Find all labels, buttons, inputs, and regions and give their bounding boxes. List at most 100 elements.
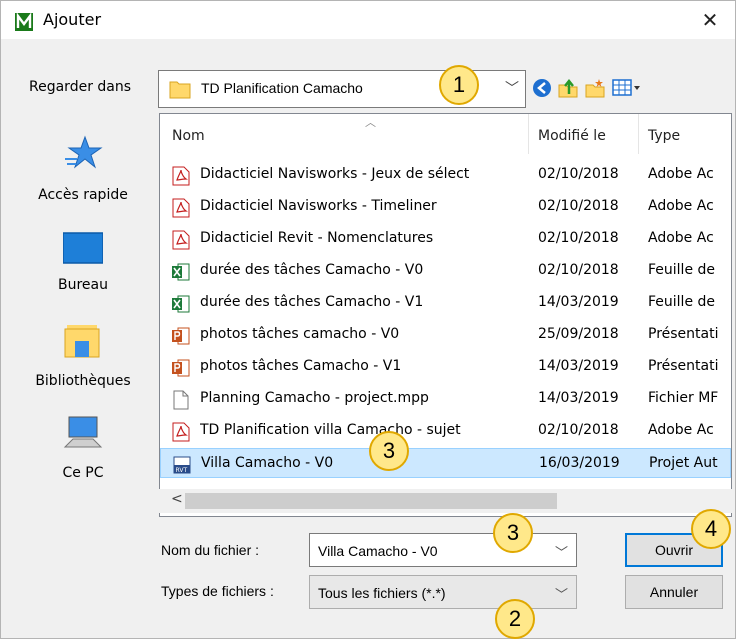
excel-file-icon <box>172 294 190 314</box>
up-folder-icon[interactable] <box>557 77 579 99</box>
file-date: 16/03/2019 <box>539 455 620 471</box>
file-type: Adobe Ac <box>648 230 714 246</box>
computer-icon <box>63 416 103 448</box>
place-label: Ce PC <box>62 465 104 481</box>
file-date: 02/10/2018 <box>538 198 619 214</box>
file-name: Planning Camacho - project.mpp <box>200 390 429 406</box>
file-name: TD Planification villa Camacho - sujet <box>200 422 461 438</box>
file-name: Villa Camacho - V0 <box>201 455 334 471</box>
scroll-left-icon[interactable]: < <box>171 491 183 507</box>
file-row[interactable]: Didacticiel Navisworks - Jeux de sélect 0… <box>160 160 731 190</box>
callout-marker: 4 <box>691 509 731 549</box>
file-name: durée des tâches Camacho - V0 <box>200 262 424 278</box>
file-list[interactable]: ︿ Nom Modifié le Type Didacticiel Navisw… <box>159 113 732 517</box>
look-in-value: TD Planification Camacho <box>201 80 363 96</box>
sort-ascending-icon: ︿ <box>365 116 376 129</box>
chevron-down-icon[interactable]: ﹀ <box>555 584 568 603</box>
window-title: Ajouter <box>43 10 102 29</box>
desktop-icon <box>63 232 103 264</box>
column-header-type[interactable]: Type <box>648 128 680 144</box>
file-name: Didacticiel Navisworks - Timeliner <box>200 198 437 214</box>
file-type: Présentati <box>648 358 719 374</box>
file-name-value: Villa Camacho - V0 <box>318 543 438 559</box>
file-name: durée des tâches Camacho - V1 <box>200 294 424 310</box>
file-type: Adobe Ac <box>648 422 714 438</box>
file-date: 02/10/2018 <box>538 422 619 438</box>
callout-marker: 1 <box>439 65 479 105</box>
file-row[interactable]: Didacticiel Navisworks - Timeliner 02/10/… <box>160 192 731 222</box>
ppt-file-icon <box>172 358 190 378</box>
file-type-value: Tous les fichiers (*.*) <box>318 585 446 601</box>
file-date: 14/03/2019 <box>538 358 619 374</box>
file-type: Projet Aut <box>649 455 718 471</box>
file-type: Présentati <box>648 326 719 342</box>
chevron-down-icon[interactable]: ﹀ <box>555 542 568 561</box>
pdf-file-icon <box>172 230 190 250</box>
callout-marker: 3 <box>493 513 533 553</box>
file-type-label: Types de fichiers : <box>161 583 274 599</box>
file-date: 02/10/2018 <box>538 262 619 278</box>
file-type: Feuille de <box>648 294 716 310</box>
blank-file-icon <box>172 390 190 410</box>
new-folder-icon[interactable] <box>584 77 606 99</box>
file-name: photos tâches Camacho - V1 <box>200 358 402 374</box>
place-this-pc[interactable]: Ce PC <box>13 413 153 505</box>
place-quick-access[interactable]: Accès rapide <box>13 133 153 225</box>
file-type-combo[interactable]: Tous les fichiers (*.*) ﹀ <box>309 575 577 609</box>
place-label: Bibliothèques <box>35 373 131 389</box>
file-type: Adobe Ac <box>648 198 714 214</box>
callout-marker: 3 <box>369 431 409 471</box>
file-row[interactable]: RVT Villa Camacho - V0 16/03/2019 Projet Au… <box>160 448 731 478</box>
file-type: Fichier MF <box>648 390 719 406</box>
folder-icon <box>169 81 191 99</box>
column-separator[interactable] <box>638 114 639 154</box>
file-row[interactable]: photos tâches camacho - V0 25/09/2018 Prés… <box>160 320 731 350</box>
places-bar: Accès rapide Bureau Bibliothèques Ce PC <box>13 113 153 543</box>
file-date: 02/10/2018 <box>538 166 619 182</box>
close-button[interactable]: ✕ <box>695 7 725 33</box>
column-header-name[interactable]: Nom <box>172 128 205 144</box>
column-separator[interactable] <box>528 114 529 154</box>
rvt-file-icon: RVT <box>173 455 191 475</box>
excel-file-icon <box>172 262 190 282</box>
file-date: 14/03/2019 <box>538 390 619 406</box>
chevron-down-icon: ﹀ <box>505 81 519 97</box>
place-label: Bureau <box>58 277 108 293</box>
title-bar: Ajouter ✕ <box>1 1 735 39</box>
file-date: 25/09/2018 <box>538 326 619 342</box>
column-header-modified[interactable]: Modifié le <box>538 128 606 144</box>
file-row[interactable]: durée des tâches Camacho - V1 14/03/2019 F… <box>160 288 731 318</box>
file-type: Adobe Ac <box>648 166 714 182</box>
horizontal-scrollbar[interactable]: < <box>159 489 732 513</box>
file-row[interactable]: TD Planification villa Camacho - sujet 02… <box>160 416 731 446</box>
view-menu-icon[interactable] <box>612 77 642 99</box>
callout-marker: 2 <box>495 599 535 639</box>
star-icon <box>65 135 103 169</box>
file-row[interactable]: photos tâches Camacho - V1 14/03/2019 Prés… <box>160 352 731 382</box>
place-desktop[interactable]: Bureau <box>13 229 153 321</box>
scrollbar-thumb[interactable] <box>185 493 557 509</box>
navisworks-app-icon <box>15 13 33 31</box>
place-libraries[interactable]: Bibliothèques <box>13 321 153 413</box>
file-name: Didacticiel Revit - Nomenclatures <box>200 230 434 246</box>
pdf-file-icon <box>172 166 190 186</box>
file-row[interactable]: durée des tâches Camacho - V0 02/10/2018 F… <box>160 256 731 286</box>
add-dialog: Ajouter ✕ Regarder dans TD Planification… <box>0 0 736 639</box>
place-label: Accès rapide <box>38 187 128 203</box>
look-in-label: Regarder dans <box>29 79 132 95</box>
svg-text:RVT: RVT <box>176 467 188 474</box>
file-row[interactable]: Didacticiel Revit - Nomenclatures 02/10/2… <box>160 224 731 254</box>
cancel-button[interactable]: Annuler <box>625 575 723 609</box>
library-icon <box>64 325 100 358</box>
pdf-file-icon <box>172 422 190 442</box>
back-icon[interactable] <box>531 77 553 99</box>
pdf-file-icon <box>172 198 190 218</box>
file-name: Didacticiel Navisworks - Jeux de sélect <box>200 166 470 182</box>
file-row[interactable]: Planning Camacho - project.mpp 14/03/2019… <box>160 384 731 414</box>
file-date: 02/10/2018 <box>538 230 619 246</box>
file-name-combo[interactable]: Villa Camacho - V0 ﹀ <box>309 533 577 567</box>
file-date: 14/03/2019 <box>538 294 619 310</box>
file-type: Feuille de <box>648 262 716 278</box>
file-name-label: Nom du fichier : <box>161 542 260 558</box>
ppt-file-icon <box>172 326 190 346</box>
